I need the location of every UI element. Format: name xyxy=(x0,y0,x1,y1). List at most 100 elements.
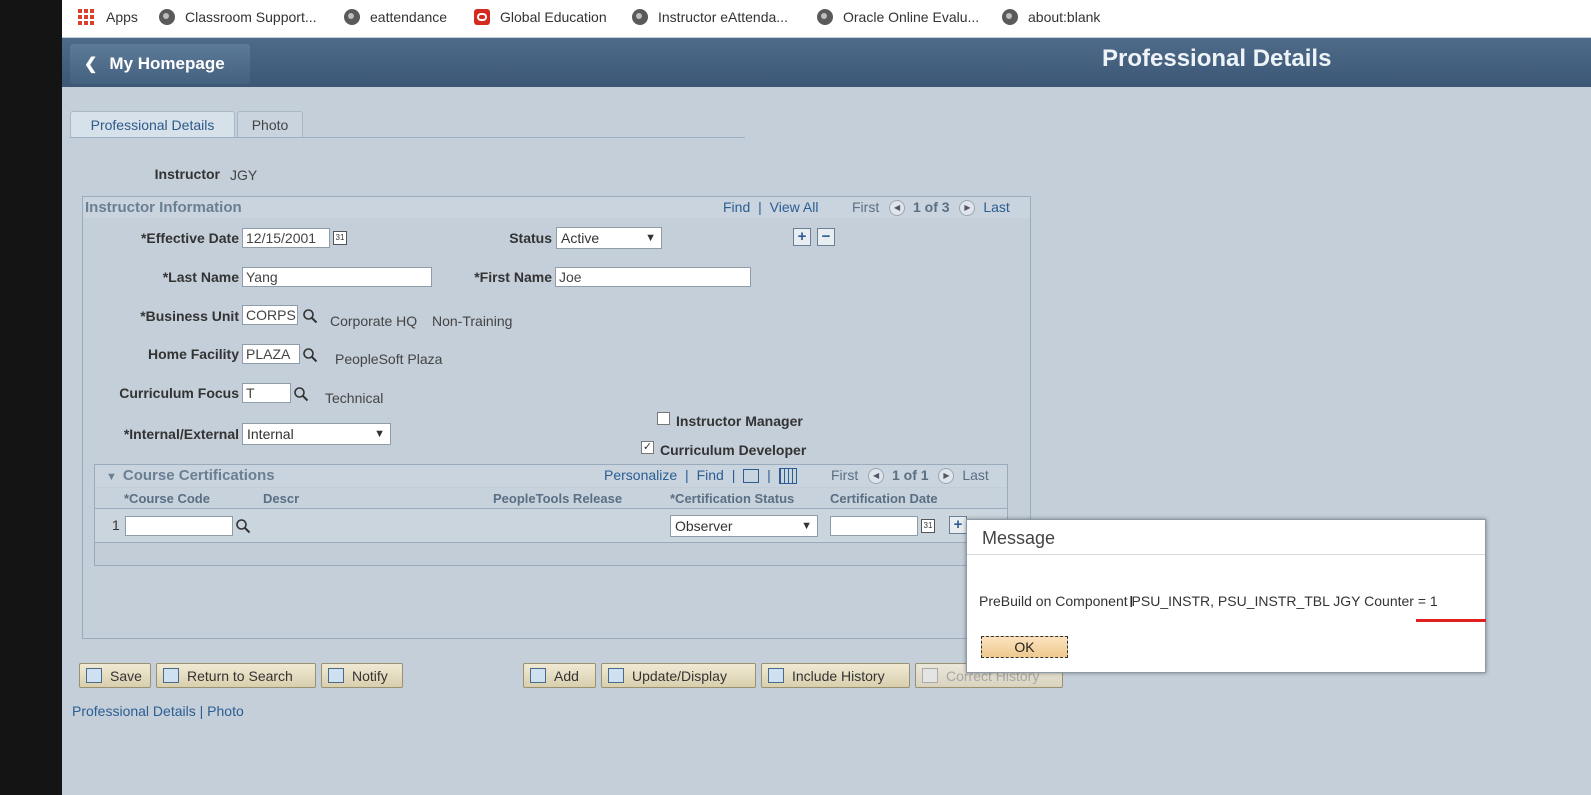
certification-date-input[interactable] xyxy=(830,516,918,536)
internal-external-select[interactable]: Internal ▼ xyxy=(242,423,391,445)
column-certification-date: Certification Date xyxy=(830,491,938,506)
course-certifications-title-wrap[interactable]: ▼ Course Certifications xyxy=(106,467,275,484)
first-link[interactable]: First xyxy=(852,199,879,215)
ok-button[interactable]: OK xyxy=(981,636,1068,658)
bookmark-apps[interactable]: Apps xyxy=(78,6,138,28)
add-label: Add xyxy=(554,667,579,684)
bookmark-label: Apps xyxy=(106,9,138,25)
correct-history-icon xyxy=(922,668,938,683)
next-arrow-icon[interactable]: ▶ xyxy=(959,200,976,217)
effective-date-input[interactable]: 12/15/2001 xyxy=(242,228,330,248)
bookmark-label: about:blank xyxy=(1028,9,1101,25)
personalize-link[interactable]: Personalize xyxy=(604,467,677,483)
tab-photo[interactable]: Photo xyxy=(237,111,303,138)
calendar-icon[interactable]: 31 xyxy=(921,519,935,533)
message-dialog: Message PreBuild on Component PSU_INSTR,… xyxy=(966,519,1486,673)
instructor-information-title: Instructor Information xyxy=(85,199,242,216)
view-all-link[interactable]: View All xyxy=(770,199,819,215)
return-to-search-label: Return to Search xyxy=(187,667,293,684)
instructor-info-pager: First ◀ 1 of 3 ▶ Last xyxy=(852,199,1010,217)
include-history-button[interactable]: Include History xyxy=(761,663,910,688)
certification-status-select[interactable]: Observer ▼ xyxy=(670,515,818,537)
course-certifications-title: Course Certifications xyxy=(122,467,275,484)
instructor-manager-checkbox[interactable] xyxy=(657,412,670,425)
notify-icon xyxy=(328,668,344,683)
grid-last-link[interactable]: Last xyxy=(962,467,988,483)
my-homepage-button[interactable]: ❮ My Homepage xyxy=(70,44,250,84)
update-display-button[interactable]: Update/Display xyxy=(601,663,756,688)
grid-pager-count: 1 of 1 xyxy=(892,467,929,483)
notify-button[interactable]: Notify xyxy=(321,663,403,688)
bookmark-instructor-eattendance[interactable]: Instructor eAttenda... xyxy=(632,6,788,28)
add-button[interactable]: Add xyxy=(523,663,596,688)
grid-toolbar: Personalize | Find | | xyxy=(604,467,797,485)
business-unit-desc2: Non-Training xyxy=(432,313,513,329)
bookmark-label: Classroom Support... xyxy=(185,9,317,25)
collapse-triangle-icon[interactable]: ▼ xyxy=(106,471,117,483)
add-row-button[interactable]: + xyxy=(949,516,967,534)
home-facility-label: Home Facility xyxy=(147,346,239,362)
curriculum-focus-input[interactable]: T xyxy=(242,383,291,403)
tab-divider xyxy=(70,137,745,138)
bookmark-about-blank[interactable]: about:blank xyxy=(1002,6,1100,28)
column-peopletools-release: PeopleTools Release xyxy=(493,491,623,506)
search-icon[interactable] xyxy=(293,386,309,402)
globe-icon xyxy=(344,9,360,25)
return-to-search-button[interactable]: Return to Search xyxy=(156,663,316,688)
business-unit-input[interactable]: CORPS xyxy=(242,305,298,325)
tab-professional-details[interactable]: Professional Details xyxy=(70,111,235,138)
status-value: Active xyxy=(561,230,600,246)
prev-arrow-icon[interactable]: ◀ xyxy=(868,468,885,485)
search-icon[interactable] xyxy=(302,308,318,324)
bookmark-label: Instructor eAttenda... xyxy=(658,9,788,25)
bookmarks-bar: Apps Classroom Support... eattendance Gl… xyxy=(62,0,1591,38)
search-icon[interactable] xyxy=(235,518,251,534)
business-unit-label: *Business Unit xyxy=(140,308,239,324)
footer-links: Professional Details | Photo xyxy=(72,703,244,719)
footer-photo-link[interactable]: Photo xyxy=(207,703,244,719)
new-window-icon[interactable] xyxy=(743,469,760,484)
curriculum-developer-label: Curriculum Developer xyxy=(660,442,807,458)
home-facility-input[interactable]: PLAZA xyxy=(242,344,300,364)
next-arrow-icon[interactable]: ▶ xyxy=(938,468,955,485)
save-button[interactable]: Save xyxy=(79,663,151,688)
delete-row-button[interactable]: − xyxy=(817,228,835,246)
find-link[interactable]: Find xyxy=(723,199,750,215)
bookmark-classroom-support[interactable]: Classroom Support... xyxy=(159,6,317,28)
first-name-input[interactable]: Joe xyxy=(555,267,751,287)
grid-find-link[interactable]: Find xyxy=(697,467,724,483)
bookmark-oracle-online-evaluation[interactable]: Oracle Online Evalu... xyxy=(817,6,979,28)
status-select[interactable]: Active ▼ xyxy=(556,227,662,249)
prev-arrow-icon[interactable]: ◀ xyxy=(889,200,906,217)
download-grid-icon[interactable] xyxy=(778,468,797,485)
search-icon[interactable] xyxy=(302,347,318,363)
column-certification-status: *Certification Status xyxy=(670,491,795,506)
add-icon xyxy=(530,668,546,683)
dropdown-arrow-icon: ▼ xyxy=(645,232,656,244)
curriculum-focus-desc: Technical xyxy=(325,390,384,406)
footer-separator: | xyxy=(199,703,204,719)
last-name-label: *Last Name xyxy=(162,269,239,285)
footer-professional-details-link[interactable]: Professional Details xyxy=(72,703,196,719)
curriculum-developer-checkbox[interactable]: ✓ xyxy=(641,441,654,454)
globe-icon xyxy=(817,9,833,25)
add-row-button[interactable]: + xyxy=(793,228,811,246)
oracle-icon xyxy=(474,9,490,25)
effective-date-label: *Effective Date xyxy=(140,230,239,246)
course-code-input[interactable] xyxy=(125,516,233,536)
last-name-input[interactable]: Yang xyxy=(242,267,432,287)
instructor-manager-label: Instructor Manager xyxy=(676,413,803,429)
first-name-label: *First Name xyxy=(474,269,552,285)
return-search-icon xyxy=(163,668,179,683)
bookmark-eattendance[interactable]: eattendance xyxy=(344,6,447,28)
last-link[interactable]: Last xyxy=(983,199,1009,215)
bookmark-label: eattendance xyxy=(370,9,448,25)
bookmark-label: Global Education xyxy=(500,9,607,25)
instructor-label: Instructor xyxy=(154,166,220,182)
row-number: 1 xyxy=(112,517,120,533)
grid-first-link[interactable]: First xyxy=(831,467,858,483)
column-course-code: *Course Code xyxy=(124,491,210,506)
calendar-icon[interactable]: 31 xyxy=(333,231,347,245)
bookmark-global-education[interactable]: Global Education xyxy=(474,6,607,28)
certification-status-value: Observer xyxy=(675,518,733,534)
